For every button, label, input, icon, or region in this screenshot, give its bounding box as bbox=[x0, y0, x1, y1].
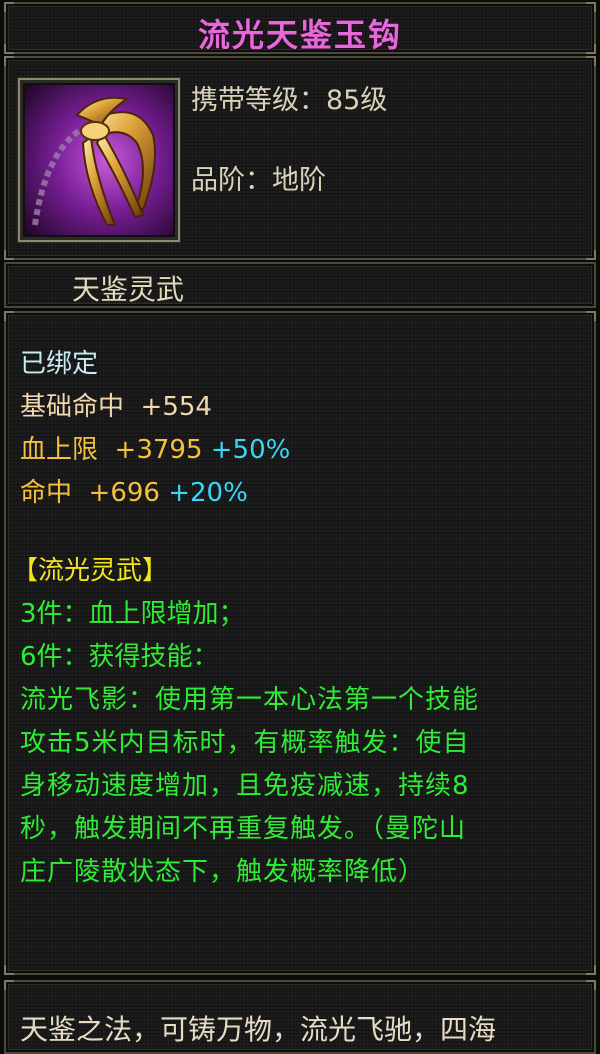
stat-row: 基础命中 +554 bbox=[20, 386, 212, 423]
item-grade: 品阶：地阶 bbox=[191, 165, 326, 196]
stat-value: +696 bbox=[88, 478, 160, 508]
item-info-panel: 携带等级：85级 品阶：地阶 bbox=[4, 56, 596, 260]
stat-bonus: +50% bbox=[210, 435, 291, 465]
set-description-line: 攻击5米内目标时，有概率触发：使自 bbox=[20, 728, 470, 758]
item-category: 天鉴灵武 bbox=[72, 273, 185, 306]
set-description-line: 身移动速度增加，且免疫减速，持续8 bbox=[20, 771, 470, 801]
item-icon-frame bbox=[18, 78, 180, 242]
stat-value: +3795 bbox=[114, 435, 203, 465]
item-name: 流光天鉴玉钩 bbox=[197, 16, 402, 54]
stat-row: 血上限 +3795 +50% bbox=[20, 429, 290, 466]
item-attributes-panel: 已绑定 基础命中 +554 血上限 +3795 +50% 命中 +696 +20… bbox=[4, 311, 596, 975]
carry-level: 携带等级：85级 bbox=[191, 85, 388, 116]
bound-status: 已绑定 bbox=[20, 349, 99, 379]
stat-name: 基础命中 bbox=[20, 392, 125, 422]
set-description-line: 庄广陵散状态下，触发概率降低） bbox=[20, 857, 426, 887]
stat-name: 命中 bbox=[20, 478, 73, 508]
stat-bonus: +20% bbox=[168, 478, 248, 508]
item-lore: 天鉴之法，可铸万物，流光飞驰，四海 bbox=[20, 1013, 497, 1046]
set-description-line: 流光飞影：使用第一本心法第一个技能 bbox=[20, 685, 480, 715]
set-bonus-6: 6件：获得技能： bbox=[20, 642, 219, 672]
stat-value: +554 bbox=[140, 392, 212, 422]
stat-name: 血上限 bbox=[20, 435, 99, 465]
item-lore-panel: 天鉴之法，可铸万物，流光飞驰，四海 bbox=[4, 980, 596, 1054]
set-title: 【流光灵武】 bbox=[12, 556, 169, 586]
item-category-panel: 天鉴灵武 bbox=[4, 262, 596, 308]
set-bonus-3: 3件：血上限增加； bbox=[20, 599, 245, 629]
item-name-panel: 流光天鉴玉钩 bbox=[4, 2, 596, 54]
golden-claw-hook-icon bbox=[25, 85, 173, 235]
set-description-line: 秒，触发期间不再重复触发。（曼陀山 bbox=[20, 814, 467, 844]
stat-row: 命中 +696 +20% bbox=[20, 472, 248, 509]
